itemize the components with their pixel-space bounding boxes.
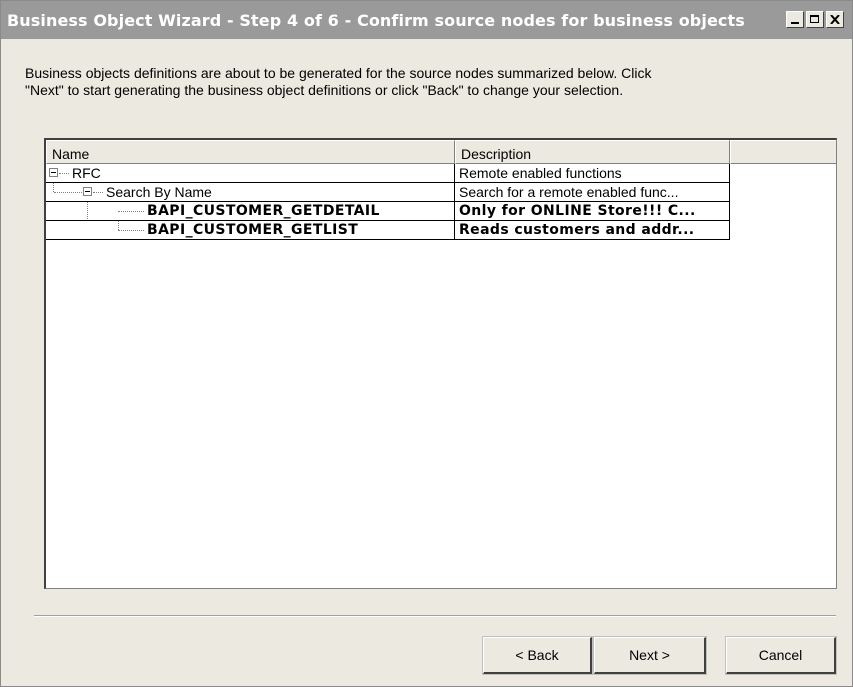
- tree-connector: [118, 230, 144, 231]
- tree-row[interactable]: Search By Name Search for a remote enabl…: [46, 183, 730, 202]
- tree-row[interactable]: BAPI_CUSTOMER_GETLIST Reads customers an…: [46, 221, 730, 240]
- intro-line-1: Business objects definitions are about t…: [25, 65, 652, 81]
- tree-row-description: Reads customers and addr...: [455, 221, 730, 240]
- source-nodes-tree[interactable]: Name Description RFC Remote enabled func…: [44, 138, 837, 589]
- intro-line-2: "Next" to start generating the business …: [25, 82, 624, 98]
- tree-row[interactable]: RFC Remote enabled functions: [46, 164, 730, 183]
- tree-header: Name Description: [46, 140, 836, 164]
- tree-node-label: Search By Name: [106, 184, 212, 200]
- tree-row-name-cell: RFC: [46, 164, 455, 183]
- footer-separator: [34, 615, 836, 617]
- tree-connector: [87, 202, 88, 220]
- tree-connector: [118, 221, 119, 230]
- tree-connector: [53, 183, 54, 192]
- tree-row-name-cell: BAPI_CUSTOMER_GETLIST: [46, 221, 455, 240]
- collapse-icon[interactable]: [83, 187, 92, 196]
- column-header-filler: [730, 140, 836, 164]
- tree-row-name-cell: BAPI_CUSTOMER_GETDETAIL: [46, 202, 455, 221]
- tree-connector: [59, 173, 69, 174]
- window-title: Business Object Wizard - Step 4 of 6 - C…: [7, 10, 745, 30]
- next-button[interactable]: Next >: [593, 636, 707, 675]
- tree-connector: [54, 192, 82, 193]
- tree-row-description: Remote enabled functions: [455, 164, 730, 183]
- tree-row-description: Only for ONLINE Store!!! C...: [455, 202, 730, 221]
- column-header-name[interactable]: Name: [46, 140, 455, 164]
- back-button[interactable]: < Back: [482, 636, 593, 675]
- tree-node-label: BAPI_CUSTOMER_GETDETAIL: [147, 203, 380, 219]
- wizard-window: Business Object Wizard - Step 4 of 6 - C…: [0, 0, 853, 687]
- tree-row-name-cell: Search By Name: [46, 183, 455, 202]
- minimize-icon[interactable]: [786, 11, 804, 28]
- column-header-description[interactable]: Description: [455, 140, 730, 164]
- tree-row[interactable]: BAPI_CUSTOMER_GETDETAIL Only for ONLINE …: [46, 202, 730, 221]
- tree-node-label: BAPI_CUSTOMER_GETLIST: [147, 222, 359, 238]
- tree-node-label: RFC: [72, 165, 101, 181]
- window-controls: [786, 11, 844, 28]
- cancel-button[interactable]: Cancel: [725, 636, 837, 675]
- close-icon[interactable]: [826, 11, 844, 28]
- intro-text: Business objects definitions are about t…: [25, 65, 815, 99]
- tree-connector: [93, 192, 103, 193]
- maximize-icon[interactable]: [806, 11, 824, 28]
- collapse-icon[interactable]: [49, 168, 58, 177]
- title-bar[interactable]: Business Object Wizard - Step 4 of 6 - C…: [1, 1, 852, 39]
- tree-connector: [118, 211, 144, 212]
- tree-row-description: Search for a remote enabled func...: [455, 183, 730, 202]
